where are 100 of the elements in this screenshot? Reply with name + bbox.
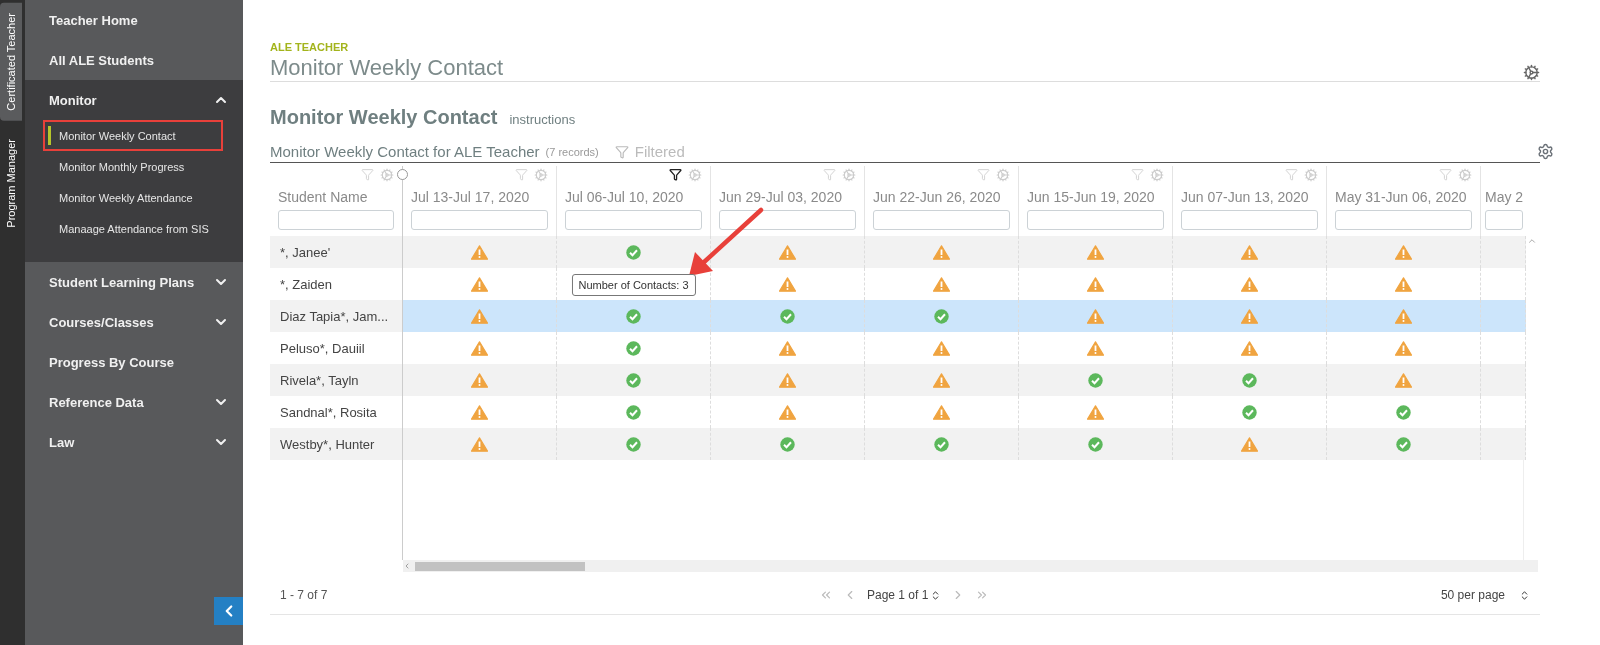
column-filter-input[interactable] [1181, 210, 1318, 230]
horizontal-scrollbar[interactable] [403, 560, 1538, 572]
column-filter-input[interactable] [873, 210, 1010, 230]
column-label[interactable]: Student Name [278, 189, 394, 205]
sidebar-item[interactable]: Progress By Course [25, 342, 243, 382]
status-cell[interactable] [403, 428, 557, 460]
sidebar-item[interactable]: Reference Data [25, 382, 243, 422]
warning-icon [1087, 340, 1104, 356]
scroll-left-icon[interactable] [403, 562, 411, 570]
gear-icon[interactable] [688, 168, 702, 182]
gear-icon[interactable] [380, 168, 394, 182]
warning-icon [1241, 276, 1258, 292]
status-cell[interactable] [1481, 236, 1526, 268]
collapse-sidebar-button[interactable] [214, 597, 243, 625]
status-cell[interactable] [1019, 428, 1173, 460]
check-circle-icon [1088, 372, 1103, 388]
status-cell[interactable] [1327, 300, 1481, 332]
check-circle-icon [934, 436, 949, 452]
status-cell[interactable] [403, 236, 557, 268]
column-filter-input[interactable] [1027, 210, 1164, 230]
status-cell[interactable] [1481, 300, 1526, 332]
sidebar-item[interactable]: Student Learning Plans [25, 262, 243, 302]
page-size-select[interactable]: 50 per page [1440, 588, 1530, 602]
status-cell[interactable] [1173, 300, 1327, 332]
warning-icon [1241, 308, 1258, 324]
status-cell[interactable] [1327, 236, 1481, 268]
column-filter-input[interactable] [411, 210, 548, 230]
status-cell[interactable] [1173, 236, 1327, 268]
record-count: (7 records) [545, 145, 599, 158]
status-cell[interactable] [557, 428, 711, 460]
gear-icon[interactable] [1150, 168, 1164, 182]
column-label[interactable]: May 31-Jun 06, 2020 [1335, 189, 1472, 205]
warning-icon [1395, 340, 1412, 356]
page-select[interactable]: Page 1 of 1 [866, 588, 942, 602]
column-filter-input[interactable] [1335, 210, 1472, 230]
status-cell[interactable] [1173, 364, 1327, 396]
sidebar-item[interactable]: Law [25, 422, 243, 462]
column-label[interactable]: Jul 06-Jul 10, 2020 [565, 189, 702, 205]
gear-icon[interactable] [996, 168, 1010, 182]
column-filter-input[interactable] [1485, 210, 1523, 230]
column-label[interactable]: Jun 29-Jul 03, 2020 [719, 189, 856, 205]
column-label[interactable]: Jun 15-Jun 19, 2020 [1027, 189, 1164, 205]
status-cell[interactable] [865, 236, 1019, 268]
status-cell[interactable] [1481, 428, 1526, 460]
status-cell[interactable] [711, 236, 865, 268]
sidebar-item[interactable]: Courses/Classes [25, 302, 243, 342]
status-cell[interactable] [1327, 428, 1481, 460]
sidebar-item[interactable]: All ALE Students [25, 40, 243, 80]
check-circle-icon [626, 436, 641, 452]
column-filter-input[interactable] [565, 210, 702, 230]
status-cell[interactable] [711, 428, 865, 460]
status-cell[interactable] [1019, 364, 1173, 396]
active-filter-icon[interactable] [669, 168, 682, 181]
filter-icon[interactable] [1131, 168, 1144, 181]
filter-icon[interactable] [977, 168, 990, 181]
vertical-tab[interactable]: Program Manager [0, 128, 22, 238]
column-label[interactable]: Jun 22-Jun 26, 2020 [873, 189, 1010, 205]
status-cell[interactable] [1481, 364, 1526, 396]
gear-icon[interactable] [1304, 168, 1318, 182]
column-label[interactable]: May 2 [1485, 189, 1523, 205]
column-label[interactable]: Jul 13-Jul 17, 2020 [411, 189, 548, 205]
status-cell[interactable] [403, 364, 557, 396]
settings-icon[interactable] [1537, 143, 1554, 160]
status-cell[interactable] [1019, 300, 1173, 332]
status-cell[interactable] [1173, 428, 1327, 460]
status-cell[interactable] [711, 300, 865, 332]
check-circle-icon [1396, 436, 1411, 452]
status-cell[interactable] [557, 364, 711, 396]
scrollbar-thumb[interactable] [415, 561, 585, 571]
student-name-cell: Rivela*, Tayln [270, 364, 403, 396]
gear-icon[interactable] [842, 168, 856, 182]
sidebar-subitem[interactable]: Manaage Attendance from SIS [43, 213, 223, 244]
column-filter-input[interactable] [278, 210, 394, 230]
sidebar-subitem[interactable]: Monitor Weekly Contact [43, 120, 223, 151]
filter-icon[interactable] [1439, 168, 1452, 181]
status-cell[interactable] [711, 364, 865, 396]
sidebar-subitem[interactable]: Monitor Weekly Attendance [43, 182, 223, 213]
scroll-up-icon[interactable] [1526, 236, 1537, 246]
column-label[interactable]: Jun 07-Jun 13, 2020 [1181, 189, 1318, 205]
settings-icon[interactable] [1523, 64, 1540, 81]
sidebar-item[interactable]: Monitor [25, 80, 243, 120]
filter-icon[interactable] [361, 168, 374, 181]
gear-icon[interactable] [1458, 168, 1472, 182]
status-cell[interactable] [865, 364, 1019, 396]
column-filter-input[interactable] [719, 210, 856, 230]
status-cell[interactable] [557, 236, 711, 268]
filter-icon[interactable] [1285, 168, 1298, 181]
resize-handle-icon[interactable] [397, 169, 408, 180]
sidebar-subitem[interactable]: Monitor Monthly Progress [43, 151, 223, 182]
instructions-link[interactable]: instructions [509, 112, 576, 127]
status-cell[interactable] [865, 300, 1019, 332]
filter-icon[interactable] [515, 168, 528, 181]
status-cell[interactable] [1327, 364, 1481, 396]
sidebar-item[interactable]: Teacher Home [25, 0, 243, 40]
status-cell[interactable] [865, 428, 1019, 460]
vertical-tab[interactable]: Certificated Teacher [0, 3, 22, 121]
status-cell[interactable] [403, 300, 557, 332]
gear-icon[interactable] [534, 168, 548, 182]
status-cell[interactable] [1019, 236, 1173, 268]
filter-icon[interactable] [823, 168, 836, 181]
